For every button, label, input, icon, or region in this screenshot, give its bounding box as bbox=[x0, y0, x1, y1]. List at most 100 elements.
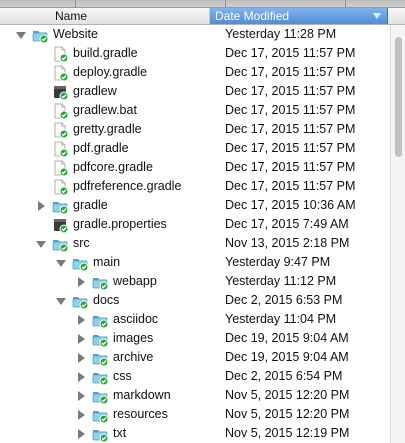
row-date-modified: Dec 17, 2015 11:57 PM bbox=[225, 84, 356, 98]
list-row[interactable]: Website Yesterday 11:28 PM bbox=[0, 25, 405, 44]
row-name: deploy.gradle bbox=[73, 65, 148, 79]
name-cell: deploy.gradle bbox=[0, 63, 215, 82]
row-date-modified: Yesterday 9:47 PM bbox=[225, 255, 331, 269]
folder-synced-icon bbox=[92, 312, 109, 329]
disclosure-open-icon[interactable] bbox=[56, 258, 66, 268]
folder-synced-icon bbox=[92, 407, 109, 424]
folder-synced-icon bbox=[92, 274, 109, 291]
name-cell: webapp bbox=[0, 272, 215, 291]
disclosure-closed-icon[interactable] bbox=[76, 277, 86, 287]
row-name: asciidoc bbox=[113, 312, 159, 326]
row-date-modified: Dec 2, 2015 6:53 PM bbox=[225, 293, 343, 307]
list-row[interactable]: asciidoc Yesterday 11:04 PM bbox=[0, 310, 405, 329]
row-name: css bbox=[113, 369, 132, 383]
name-cell: archive bbox=[0, 348, 215, 367]
folder-synced-icon bbox=[72, 293, 89, 310]
row-name: pdf.gradle bbox=[73, 141, 129, 155]
row-date-modified: Nov 5, 2015 12:20 PM bbox=[225, 407, 350, 421]
name-cell: asciidoc bbox=[0, 310, 215, 329]
name-cell: gradle bbox=[0, 196, 215, 215]
column-header: Name Date Modified bbox=[0, 8, 405, 25]
name-cell: docs bbox=[0, 291, 215, 310]
row-date-modified: Nov 5, 2015 12:19 PM bbox=[225, 426, 350, 440]
disclosure-open-icon[interactable] bbox=[16, 30, 26, 40]
scrollbar-thumb[interactable] bbox=[395, 37, 402, 157]
list-row[interactable]: pdf.gradle Dec 17, 2015 11:57 PM bbox=[0, 139, 405, 158]
list-row[interactable]: gradle.properties Dec 17, 2015 7:49 AM bbox=[0, 215, 405, 234]
disclosure-closed-icon[interactable] bbox=[76, 391, 86, 401]
list-row[interactable]: css Dec 2, 2015 6:54 PM bbox=[0, 367, 405, 386]
name-cell: main bbox=[0, 253, 215, 272]
row-date-modified: Dec 17, 2015 11:57 PM bbox=[225, 179, 356, 193]
row-date-modified: Dec 19, 2015 9:04 AM bbox=[225, 350, 349, 364]
list-row[interactable]: images Dec 19, 2015 9:04 AM bbox=[0, 329, 405, 348]
disclosure-closed-icon[interactable] bbox=[76, 410, 86, 420]
disclosure-closed-icon[interactable] bbox=[76, 334, 86, 344]
list-row[interactable]: deploy.gradle Dec 17, 2015 11:57 PM bbox=[0, 63, 405, 82]
list-row[interactable]: pdfcore.gradle Dec 17, 2015 11:57 PM bbox=[0, 158, 405, 177]
row-name: docs bbox=[93, 293, 120, 307]
folder-synced-icon bbox=[72, 255, 89, 272]
row-date-modified: Nov 13, 2015 2:18 PM bbox=[225, 236, 350, 250]
name-cell: css bbox=[0, 367, 215, 386]
list-row[interactable]: gretty.gradle Dec 17, 2015 11:57 PM bbox=[0, 120, 405, 139]
list-row[interactable]: txt Nov 5, 2015 12:19 PM bbox=[0, 424, 405, 443]
document-synced-icon bbox=[52, 160, 69, 177]
disclosure-open-icon[interactable] bbox=[56, 296, 66, 306]
finder-list-window: Name Date Modified Website Yesterday 11:2… bbox=[0, 0, 405, 443]
list-row[interactable]: pdfreference.gradle Dec 17, 2015 11:57 PM bbox=[0, 177, 405, 196]
row-date-modified: Dec 17, 2015 10:36 AM bbox=[225, 198, 356, 212]
folder-synced-icon bbox=[32, 27, 49, 44]
list-row[interactable]: resources Nov 5, 2015 12:20 PM bbox=[0, 405, 405, 424]
row-name: main bbox=[93, 255, 121, 269]
name-cell: gradlew.bat bbox=[0, 101, 215, 120]
folder-synced-icon bbox=[92, 369, 109, 386]
disclosure-closed-icon[interactable] bbox=[76, 315, 86, 325]
column-header-name[interactable]: Name bbox=[0, 8, 210, 24]
list-row[interactable]: webapp Yesterday 11:12 PM bbox=[0, 272, 405, 291]
document-synced-icon bbox=[52, 179, 69, 196]
name-cell: pdf.gradle bbox=[0, 139, 215, 158]
executable-synced-icon bbox=[52, 84, 69, 101]
document-synced-icon bbox=[52, 122, 69, 139]
vertical-scrollbar[interactable] bbox=[390, 25, 405, 443]
list-row[interactable]: gradlew.bat Dec 17, 2015 11:57 PM bbox=[0, 101, 405, 120]
folder-synced-icon bbox=[52, 236, 69, 253]
list-row[interactable]: archive Dec 19, 2015 9:04 AM bbox=[0, 348, 405, 367]
disclosure-closed-icon[interactable] bbox=[36, 201, 46, 211]
disclosure-closed-icon[interactable] bbox=[76, 353, 86, 363]
row-date-modified: Dec 17, 2015 11:57 PM bbox=[225, 122, 356, 136]
row-name: webapp bbox=[113, 274, 157, 288]
list-row[interactable]: src Nov 13, 2015 2:18 PM bbox=[0, 234, 405, 253]
disclosure-closed-icon[interactable] bbox=[76, 372, 86, 382]
toolbar-strip bbox=[0, 0, 405, 8]
row-name: Website bbox=[53, 27, 98, 41]
list-row[interactable]: docs Dec 2, 2015 6:53 PM bbox=[0, 291, 405, 310]
list-row[interactable]: gradle Dec 17, 2015 10:36 AM bbox=[0, 196, 405, 215]
executable-synced-icon bbox=[52, 217, 69, 234]
row-date-modified: Dec 17, 2015 11:57 PM bbox=[225, 141, 356, 155]
name-cell: src bbox=[0, 234, 215, 253]
name-cell: gradlew bbox=[0, 82, 215, 101]
disclosure-open-icon[interactable] bbox=[36, 239, 46, 249]
row-date-modified: Yesterday 11:28 PM bbox=[225, 27, 337, 41]
column-header-date-label: Date Modified bbox=[215, 9, 290, 23]
row-name: resources bbox=[113, 407, 168, 421]
sort-descending-icon bbox=[373, 13, 381, 19]
list-row[interactable]: main Yesterday 9:47 PM bbox=[0, 253, 405, 272]
row-date-modified: Dec 17, 2015 11:57 PM bbox=[225, 65, 356, 79]
row-date-modified: Dec 2, 2015 6:54 PM bbox=[225, 369, 343, 383]
name-cell: pdfreference.gradle bbox=[0, 177, 215, 196]
row-date-modified: Nov 5, 2015 12:20 PM bbox=[225, 388, 350, 402]
list-row[interactable]: markdown Nov 5, 2015 12:20 PM bbox=[0, 386, 405, 405]
disclosure-closed-icon[interactable] bbox=[76, 429, 86, 439]
document-synced-icon bbox=[52, 65, 69, 82]
row-name: gradlew bbox=[73, 84, 117, 98]
column-header-date-modified[interactable]: Date Modified bbox=[210, 8, 388, 24]
row-name: pdfcore.gradle bbox=[73, 160, 153, 174]
row-name: images bbox=[113, 331, 154, 345]
name-cell: gradle.properties bbox=[0, 215, 215, 234]
list-row[interactable]: build.gradle Dec 17, 2015 11:57 PM bbox=[0, 44, 405, 63]
list-row[interactable]: gradlew Dec 17, 2015 11:57 PM bbox=[0, 82, 405, 101]
row-date-modified: Yesterday 11:12 PM bbox=[225, 274, 337, 288]
